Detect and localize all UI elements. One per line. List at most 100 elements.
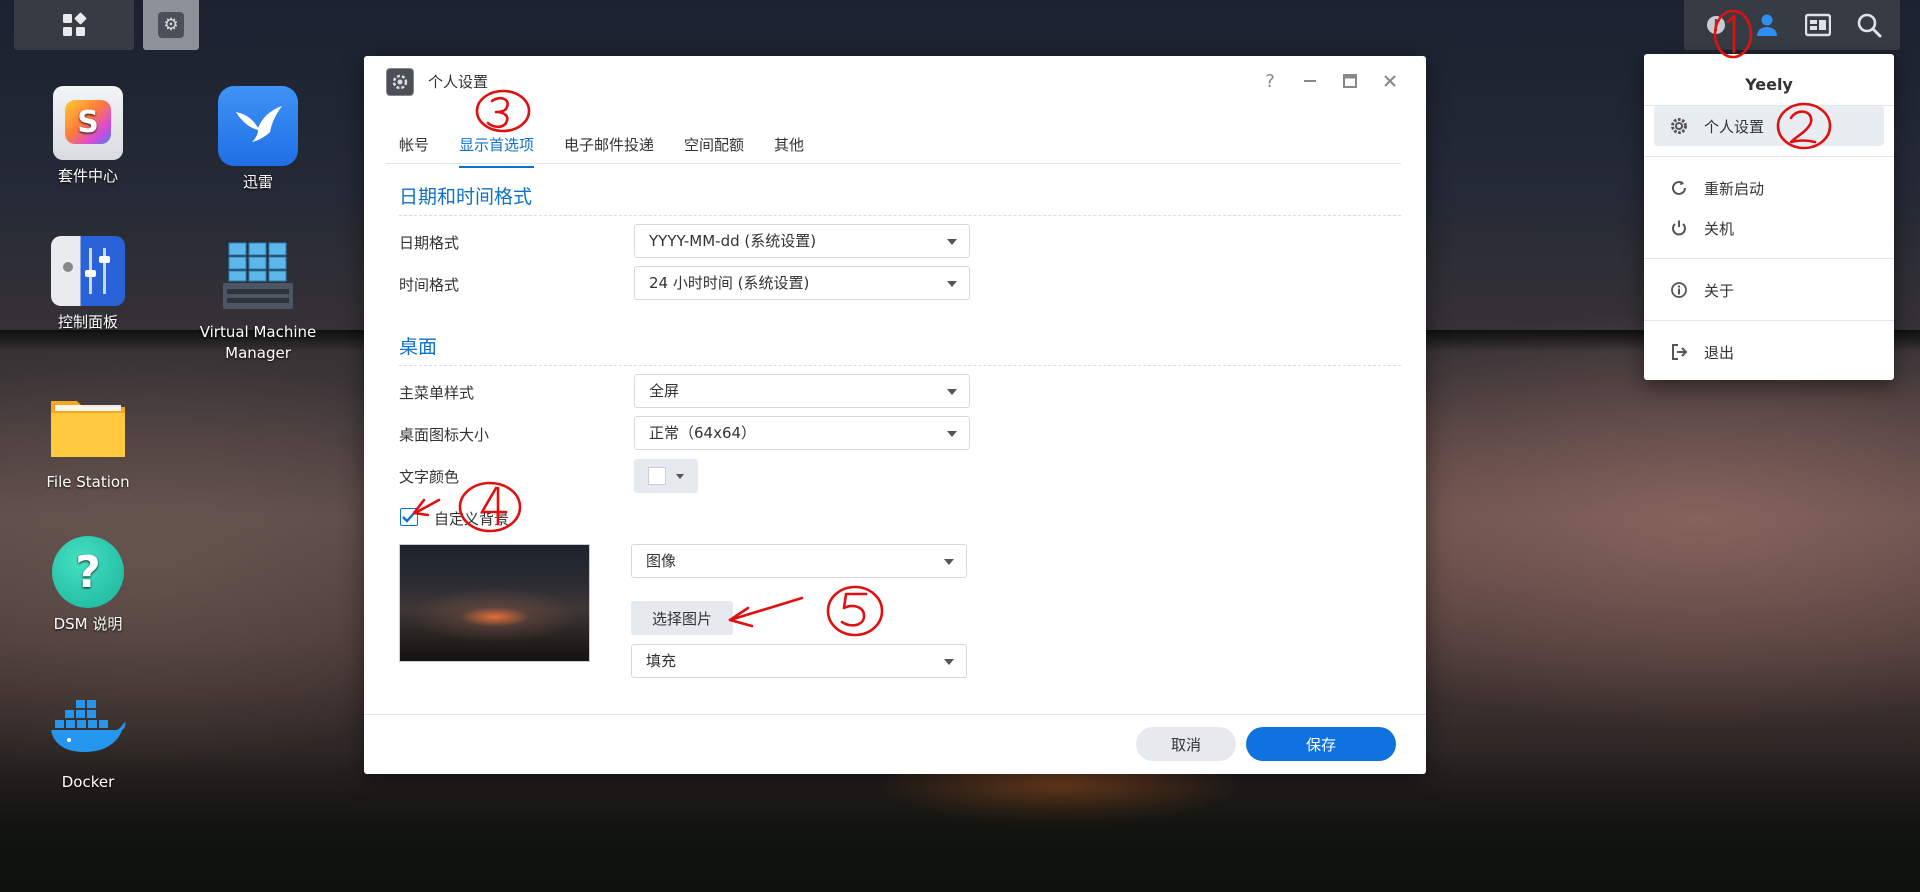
desktop-icon-docker[interactable]: Docker xyxy=(3,686,173,793)
desktop-icon-xunlei[interactable]: 迅雷 xyxy=(173,86,343,193)
taskbar-personal-settings[interactable]: ⚙ xyxy=(143,0,199,50)
notification-icon xyxy=(1706,16,1725,34)
custom-background-checkbox[interactable] xyxy=(400,508,418,526)
control-panel-icon xyxy=(51,236,125,306)
folder-icon xyxy=(48,386,128,466)
desktop-icon-label: DSM 说明 xyxy=(53,615,123,633)
desktop-icon-package-center[interactable]: S 套件中心 xyxy=(3,86,173,187)
desktop-icon-label: Docker xyxy=(61,773,115,791)
menu-item-label: 重新启动 xyxy=(1704,179,1765,198)
logout-icon xyxy=(1668,341,1690,363)
desktop-icon-label: File Station xyxy=(46,473,130,491)
power-icon xyxy=(1668,217,1690,239)
time-format-select[interactable]: 24 小时时间 (系统设置) xyxy=(634,266,970,300)
background-type-select[interactable]: 图像 xyxy=(631,544,967,578)
desktop-icon-control-panel[interactable]: 控制面板 xyxy=(3,236,173,333)
desktop-icon-dsm-help[interactable]: ? DSM 说明 xyxy=(3,536,173,635)
xunlei-bird-icon xyxy=(218,86,298,166)
menu-item-shutdown[interactable]: 关机 xyxy=(1654,208,1884,248)
color-swatch xyxy=(648,467,666,485)
date-format-label: 日期格式 xyxy=(399,234,460,252)
menu-item-personal-settings[interactable]: 个人设置 xyxy=(1654,106,1884,146)
tab-other[interactable]: 其他 xyxy=(774,134,804,155)
menu-item-restart[interactable]: 重新启动 xyxy=(1654,168,1884,208)
menu-item-label: 退出 xyxy=(1704,343,1735,362)
docker-whale-icon xyxy=(48,686,128,766)
menu-item-label: 个人设置 xyxy=(1704,117,1765,136)
background-fill-value: 填充 xyxy=(646,652,677,670)
personal-settings-dialog: 个人设置 ? 帐号 显示首选项 电子邮件投递 空间配额 其他 日期和时间格式 日… xyxy=(364,56,1426,774)
grid-icon xyxy=(63,12,87,36)
restart-icon xyxy=(1668,177,1690,199)
time-format-label: 时间格式 xyxy=(399,276,460,294)
personal-settings-app-icon xyxy=(386,68,414,96)
help-question-icon: ? xyxy=(52,536,124,608)
desktop-icon-label: 控制面板 xyxy=(57,313,118,331)
personal-settings-icon: ⚙ xyxy=(158,12,184,38)
settings-tabs: 帐号 显示首选项 电子邮件投递 空间配额 其他 xyxy=(386,126,1401,168)
minimize-icon xyxy=(1304,80,1316,82)
icon-size-label: 桌面图标大小 xyxy=(399,426,490,444)
date-format-value: YYYY-MM-dd (系统设置) xyxy=(649,232,817,250)
user-button[interactable] xyxy=(1747,5,1787,45)
menu-style-select[interactable]: 全屏 xyxy=(634,374,970,408)
date-format-select[interactable]: YYYY-MM-dd (系统设置) xyxy=(634,224,970,258)
background-type-value: 图像 xyxy=(646,552,677,570)
desktop-icon-label: 迅雷 xyxy=(242,173,273,191)
menu-style-label: 主菜单样式 xyxy=(399,384,475,402)
maximize-icon xyxy=(1343,74,1357,88)
save-button[interactable]: 保存 xyxy=(1246,727,1396,761)
maximize-button[interactable] xyxy=(1337,68,1363,94)
chevron-down-icon xyxy=(947,239,957,245)
help-button[interactable]: ? xyxy=(1257,68,1283,94)
chevron-down-icon xyxy=(947,431,957,437)
search-icon xyxy=(1857,13,1881,38)
menu-item-label: 关机 xyxy=(1704,219,1735,238)
menu-item-logout[interactable]: 退出 xyxy=(1654,332,1884,372)
chevron-down-icon xyxy=(947,389,957,395)
menu-style-value: 全屏 xyxy=(649,382,680,400)
close-icon xyxy=(1384,75,1396,87)
icon-size-select[interactable]: 正常（64x64） xyxy=(634,416,970,450)
widgets-button[interactable] xyxy=(1798,5,1838,45)
gear-icon xyxy=(1668,115,1690,137)
notification-button[interactable] xyxy=(1696,5,1736,45)
search-button[interactable] xyxy=(1849,5,1889,45)
tab-account[interactable]: 帐号 xyxy=(399,134,429,155)
text-color-picker[interactable] xyxy=(634,459,698,493)
tab-display-preferences[interactable]: 显示首选项 xyxy=(459,134,535,168)
minimize-button[interactable] xyxy=(1297,68,1323,94)
select-image-button[interactable]: 选择图片 xyxy=(631,601,733,635)
widgets-icon xyxy=(1804,13,1831,37)
cancel-button[interactable]: 取消 xyxy=(1136,727,1236,761)
main-menu-button[interactable] xyxy=(14,0,134,50)
dialog-header[interactable]: 个人设置 ? xyxy=(364,56,1426,106)
checkmark-icon xyxy=(402,511,416,523)
username: Yeely xyxy=(1644,64,1894,106)
dialog-title: 个人设置 xyxy=(428,73,489,91)
virtual-machine-manager-icon xyxy=(218,236,298,316)
user-dropdown-menu: Yeely 个人设置 重新启动 关机 关于 退出 xyxy=(1644,54,1894,380)
dialog-footer: 取消 保存 xyxy=(364,714,1426,774)
background-preview-image xyxy=(399,544,590,662)
desktop-icon-file-station[interactable]: File Station xyxy=(3,386,173,493)
tab-quota[interactable]: 空间配额 xyxy=(684,134,744,155)
tab-email-delivery[interactable]: 电子邮件投递 xyxy=(564,134,654,155)
chevron-down-icon xyxy=(944,659,954,665)
menu-item-about[interactable]: 关于 xyxy=(1654,270,1884,310)
text-color-label: 文字颜色 xyxy=(399,468,460,486)
custom-background-label[interactable]: 自定义背景 xyxy=(434,508,509,529)
background-fill-select[interactable]: 填充 xyxy=(631,644,967,678)
desktop-icon-vmm[interactable]: Virtual Machine Manager xyxy=(173,236,343,364)
package-center-icon: S xyxy=(53,86,123,160)
close-button[interactable] xyxy=(1377,68,1403,94)
icon-size-value: 正常（64x64） xyxy=(649,424,757,442)
desktop-icon-label: Virtual Machine Manager xyxy=(199,323,317,362)
user-icon xyxy=(1756,14,1777,36)
system-tray xyxy=(1684,0,1900,50)
menu-item-label: 关于 xyxy=(1704,281,1735,300)
time-format-value: 24 小时时间 (系统设置) xyxy=(649,274,810,292)
chevron-down-icon xyxy=(944,559,954,565)
info-icon xyxy=(1668,279,1690,301)
desktop-icon-label: 套件中心 xyxy=(57,167,118,185)
